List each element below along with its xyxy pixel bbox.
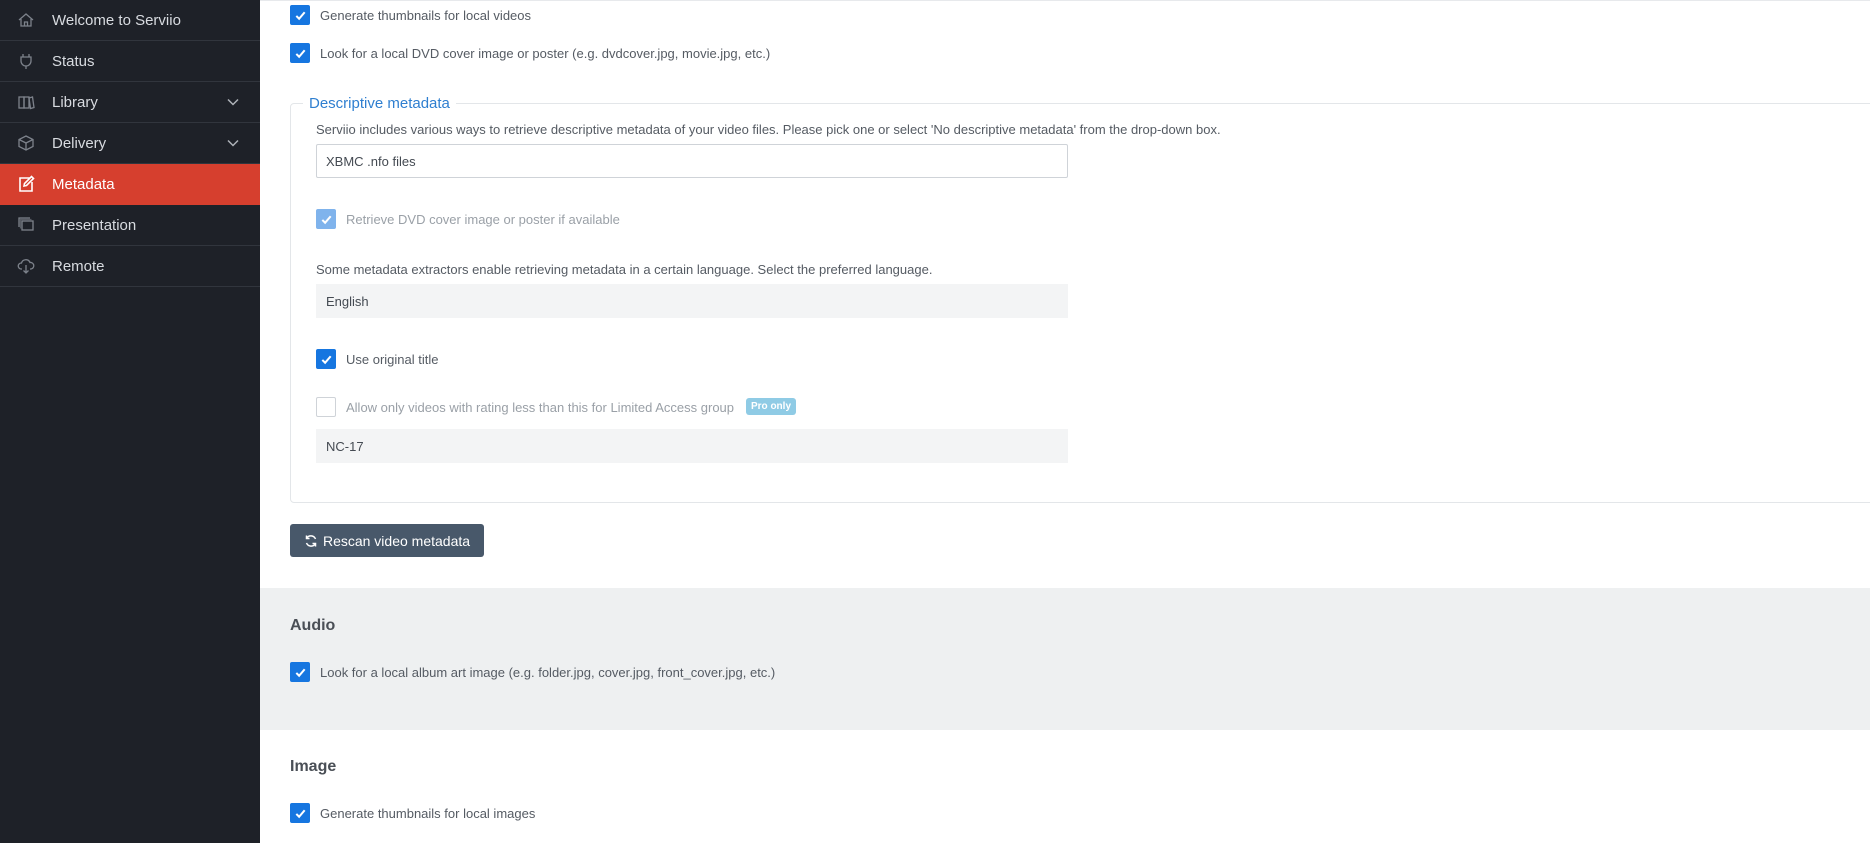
check-icon <box>295 49 305 58</box>
audio-section: Audio Look for a local album art image (… <box>260 588 1870 730</box>
original-title-label: Use original title <box>346 352 439 367</box>
image-thumbnails-checkbox[interactable] <box>290 803 310 823</box>
rescan-video-metadata-button[interactable]: Rescan video metadata <box>290 524 484 557</box>
presentation-icon <box>0 216 52 234</box>
original-title-checkbox[interactable] <box>316 349 336 369</box>
sidebar-item-label: Welcome to Serviio <box>52 11 181 29</box>
album-art-checkbox[interactable] <box>290 662 310 682</box>
album-art-label: Look for a local album art image (e.g. f… <box>320 665 776 680</box>
check-icon <box>321 215 331 224</box>
sidebar-item-metadata[interactable]: Metadata <box>0 164 260 205</box>
retrieve-cover-checkbox[interactable] <box>316 209 336 229</box>
sidebar-item-welcome[interactable]: Welcome to Serviio <box>0 0 260 41</box>
image-thumbnails-label: Generate thumbnails for local images <box>320 806 536 821</box>
sidebar-item-label: Presentation <box>52 216 137 234</box>
rescan-button-label: Rescan video metadata <box>322 532 471 549</box>
sidebar-item-delivery[interactable]: Delivery <box>0 123 260 164</box>
sidebar-item-library[interactable]: Library <box>0 82 260 123</box>
audio-heading: Audio <box>290 617 336 634</box>
sidebar-item-label: Metadata <box>52 175 115 193</box>
sidebar-item-presentation[interactable]: Presentation <box>0 205 260 246</box>
language-select[interactable]: English <box>316 284 1068 318</box>
rating-limit-checkbox[interactable] <box>316 397 336 417</box>
chevron-down-icon <box>226 95 240 109</box>
descriptive-metadata-legend: Descriptive metadata <box>309 95 450 112</box>
image-heading: Image <box>290 758 337 775</box>
check-icon <box>295 809 305 818</box>
pro-only-badge: Pro only <box>746 398 797 415</box>
check-icon <box>295 668 305 677</box>
video-thumbnails-label: Generate thumbnails for local videos <box>320 8 532 23</box>
main-content: Generate thumbnails for local videos Loo… <box>260 0 1870 843</box>
box-icon <box>0 134 52 152</box>
sidebar-item-label: Remote <box>52 257 105 275</box>
sidebar: Welcome to Serviio Status Library Delive… <box>0 0 260 843</box>
cloud-download-icon <box>0 257 52 275</box>
chevron-down-icon <box>226 136 240 150</box>
home-icon <box>0 11 52 29</box>
retrieve-cover-label: Retrieve DVD cover image or poster if av… <box>346 212 620 227</box>
divider <box>260 0 1870 1</box>
language-intro-text: Some metadata extractors enable retrievi… <box>316 262 933 277</box>
metadata-extractor-select[interactable]: XBMC .nfo files <box>316 144 1068 178</box>
descriptive-intro-text: Serviio includes various ways to retriev… <box>316 122 1221 137</box>
library-icon <box>0 93 52 111</box>
rating-limit-label: Allow only videos with rating less than … <box>346 400 735 415</box>
edit-icon <box>0 175 52 193</box>
local-cover-label: Look for a local DVD cover image or post… <box>320 46 771 61</box>
check-icon <box>321 355 331 364</box>
check-icon <box>295 11 305 20</box>
local-cover-checkbox[interactable] <box>290 43 310 63</box>
sidebar-item-status[interactable]: Status <box>0 41 260 82</box>
plug-icon <box>0 52 52 70</box>
rating-select[interactable]: NC-17 <box>316 429 1068 463</box>
video-thumbnails-checkbox[interactable] <box>290 5 310 25</box>
sidebar-item-remote[interactable]: Remote <box>0 246 260 287</box>
refresh-icon <box>305 534 317 547</box>
sidebar-item-label: Status <box>52 52 95 70</box>
